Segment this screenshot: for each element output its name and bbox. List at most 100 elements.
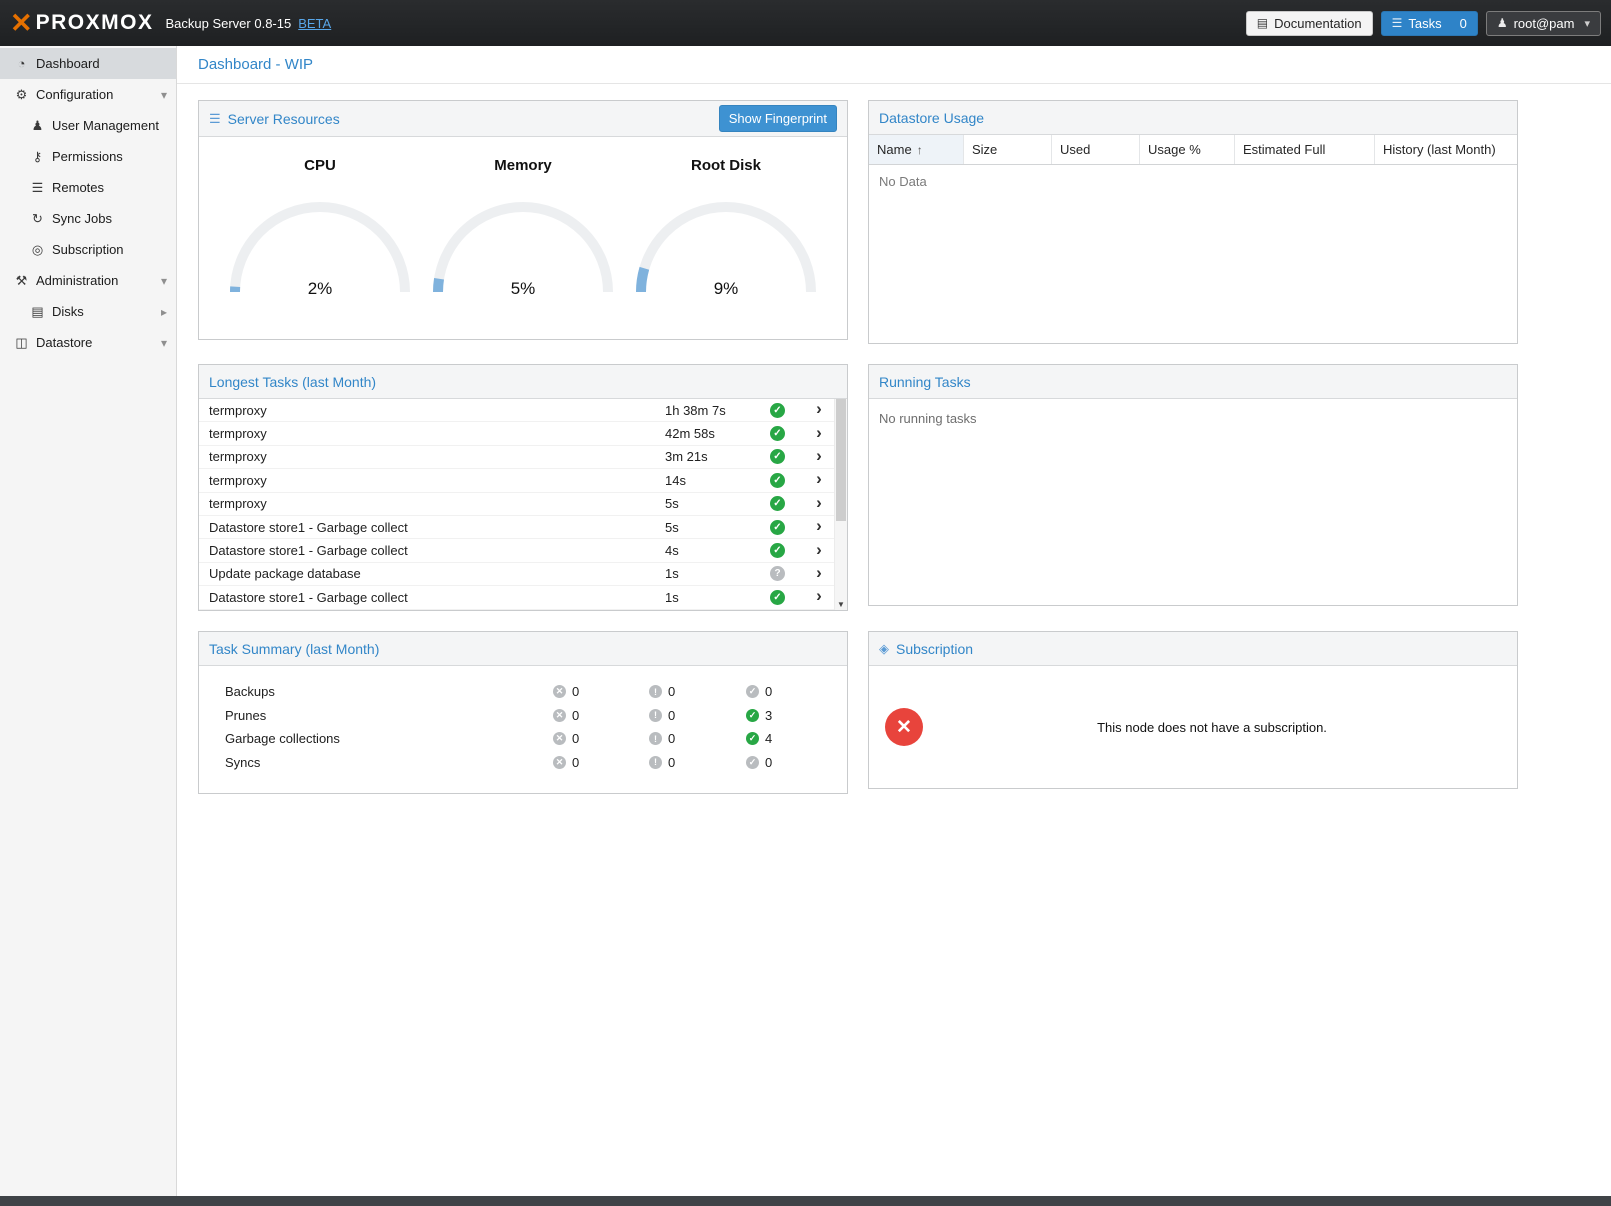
column-header-estimated-full[interactable]: Estimated Full [1235,135,1375,164]
error-icon: ✕ [553,732,566,745]
sync-icon: ↻ [28,211,47,227]
disks-icon: ▤ [28,304,47,320]
sidebar-item-permissions[interactable]: ⚷ Permissions [0,141,176,172]
chevron-right-icon[interactable]: › [816,587,822,607]
column-header-history-last-month-[interactable]: History (last Month) [1375,135,1517,164]
proxmox-logo-text: PROXMOX [36,11,154,35]
sidebar-item-administration[interactable]: ⚒ Administration ▾ [0,265,176,296]
sidebar-nav: ◔ Dashboard ⚙ Configuration ▾ ♟ User Man… [0,48,176,358]
task-row[interactable]: termproxy 1h 38m 7s ✓ › [199,399,834,422]
task-row[interactable]: Datastore store1 - Garbage collect 1s ✓ … [199,586,834,609]
sidebar-item-datastore[interactable]: ◫ Datastore ▾ [0,327,176,358]
task-row[interactable]: Datastore store1 - Garbage collect 4s ✓ … [199,539,834,562]
summary-warnings: ! 0 [649,731,746,746]
status-ok-icon: ✓ [770,403,785,418]
product-version: Backup Server 0.8-15 [165,16,291,31]
expander-icon: ▾ [161,274,167,288]
summary-label: Backups [225,684,553,699]
datastore-usage-empty: No Data [869,165,1517,343]
task-duration: 1s [665,566,770,581]
remotes-icon: ☰ [28,180,47,196]
longest-tasks-title: Longest Tasks (last Month) [209,374,376,390]
summary-ok: ✓ 4 [746,731,847,746]
chevron-right-icon[interactable]: › [816,541,822,561]
expander-icon: ▸ [161,305,167,319]
server-resources-panel: ☰ Server Resources Show Fingerprint CPU … [198,100,848,340]
content-grid: ☰ Server Resources Show Fingerprint CPU … [177,84,1611,794]
user-menu-button[interactable]: ♟ root@pam ▾ [1486,11,1601,36]
documentation-label: Documentation [1274,16,1361,31]
summary-errors: ✕ 0 [553,755,649,770]
column-header-name[interactable]: Name ↑ [869,135,964,164]
sidebar-item-sync-jobs[interactable]: ↻ Sync Jobs [0,203,176,234]
warning-icon: ! [649,685,662,698]
sidebar-item-disks[interactable]: ▤ Disks ▸ [0,296,176,327]
datastore-usage-column-headers: Name ↑ Size Used Usage % Estimated Full … [869,135,1517,165]
scrollbar-down-arrow[interactable]: ▼ [835,600,847,609]
error-icon: ✕ [553,685,566,698]
support-icon: ◎ [28,242,47,258]
task-summary-title: Task Summary (last Month) [209,641,379,657]
column-header-size[interactable]: Size [964,135,1052,164]
summary-count: 0 [668,708,675,723]
warning-icon: ! [649,756,662,769]
chevron-right-icon[interactable]: › [816,564,822,584]
server-resources-icon: ☰ [209,111,221,127]
documentation-button[interactable]: ▤ Documentation [1246,11,1373,36]
summary-errors: ✕ 0 [553,684,649,699]
running-tasks-panel: Running Tasks No running tasks [868,364,1518,606]
task-row[interactable]: termproxy 3m 21s ✓ › [199,446,834,469]
sidebar-item-dashboard[interactable]: ◔ Dashboard [0,48,176,79]
chevron-right-icon[interactable]: › [816,517,822,537]
summary-label: Syncs [225,755,553,770]
task-row[interactable]: Update package database 1s ? › [199,563,834,586]
gauge: Memory 5% [422,157,625,339]
summary-row: Prunes ✕ 0 ! 0 ✓ 3 [225,704,847,728]
summary-count: 0 [765,755,772,770]
proxmox-logo: ✕ PROXMOX [10,10,153,37]
task-duration: 5s [665,496,770,511]
sort-asc-icon: ↑ [917,143,923,157]
subscription-message: This node does not have a subscription. [923,720,1501,735]
sidebar-item-configuration[interactable]: ⚙ Configuration ▾ [0,79,176,110]
tasks-button[interactable]: ☰ Tasks 0 [1381,11,1478,36]
subscription-icon: ◈ [879,641,889,657]
scrollbar-thumb[interactable] [836,399,846,521]
scrollbar[interactable]: ▼ [834,399,847,610]
beta-link[interactable]: BETA [298,16,331,31]
task-row[interactable]: termproxy 42m 58s ✓ › [199,422,834,445]
column-header-usage-[interactable]: Usage % [1140,135,1235,164]
chevron-right-icon[interactable]: › [816,400,822,420]
status-ok-icon: ✓ [770,426,785,441]
gauge-label: Root Disk [625,157,828,174]
sidebar: ◔ Dashboard ⚙ Configuration ▾ ♟ User Man… [0,46,177,1196]
sidebar-item-user-management[interactable]: ♟ User Management [0,110,176,141]
column-header-used[interactable]: Used [1052,135,1140,164]
sidebar-item-remotes[interactable]: ☰ Remotes [0,172,176,203]
task-name: termproxy [209,496,665,511]
sidebar-item-subscription[interactable]: ◎ Subscription [0,234,176,265]
chevron-right-icon[interactable]: › [816,447,822,467]
chevron-right-icon[interactable]: › [816,494,822,514]
user-icon: ♟ [1497,16,1508,30]
summary-ok: ✓ 0 [746,755,847,770]
tasks-count-badge: 0 [1460,16,1467,31]
ok-icon: ✓ [746,732,759,745]
chevron-right-icon[interactable]: › [816,424,822,444]
summary-ok: ✓ 0 [746,684,847,699]
task-row[interactable]: termproxy 14s ✓ › [199,469,834,492]
status-ok-icon: ✓ [770,543,785,558]
show-fingerprint-button[interactable]: Show Fingerprint [719,105,837,132]
task-row[interactable]: termproxy 5s ✓ › [199,493,834,516]
dashboard-icon: ◔ [12,56,31,71]
task-duration: 14s [665,473,770,488]
status-ok-icon: ✓ [770,520,785,535]
datastore-icon: ◫ [12,335,31,351]
status-ok-icon: ✓ [770,449,785,464]
task-duration: 42m 58s [665,426,770,441]
chevron-right-icon[interactable]: › [816,470,822,490]
no-subscription-icon: ✕ [885,708,923,746]
gauge: CPU 2% [219,157,422,339]
summary-count: 0 [668,731,675,746]
task-row[interactable]: Datastore store1 - Garbage collect 5s ✓ … [199,516,834,539]
